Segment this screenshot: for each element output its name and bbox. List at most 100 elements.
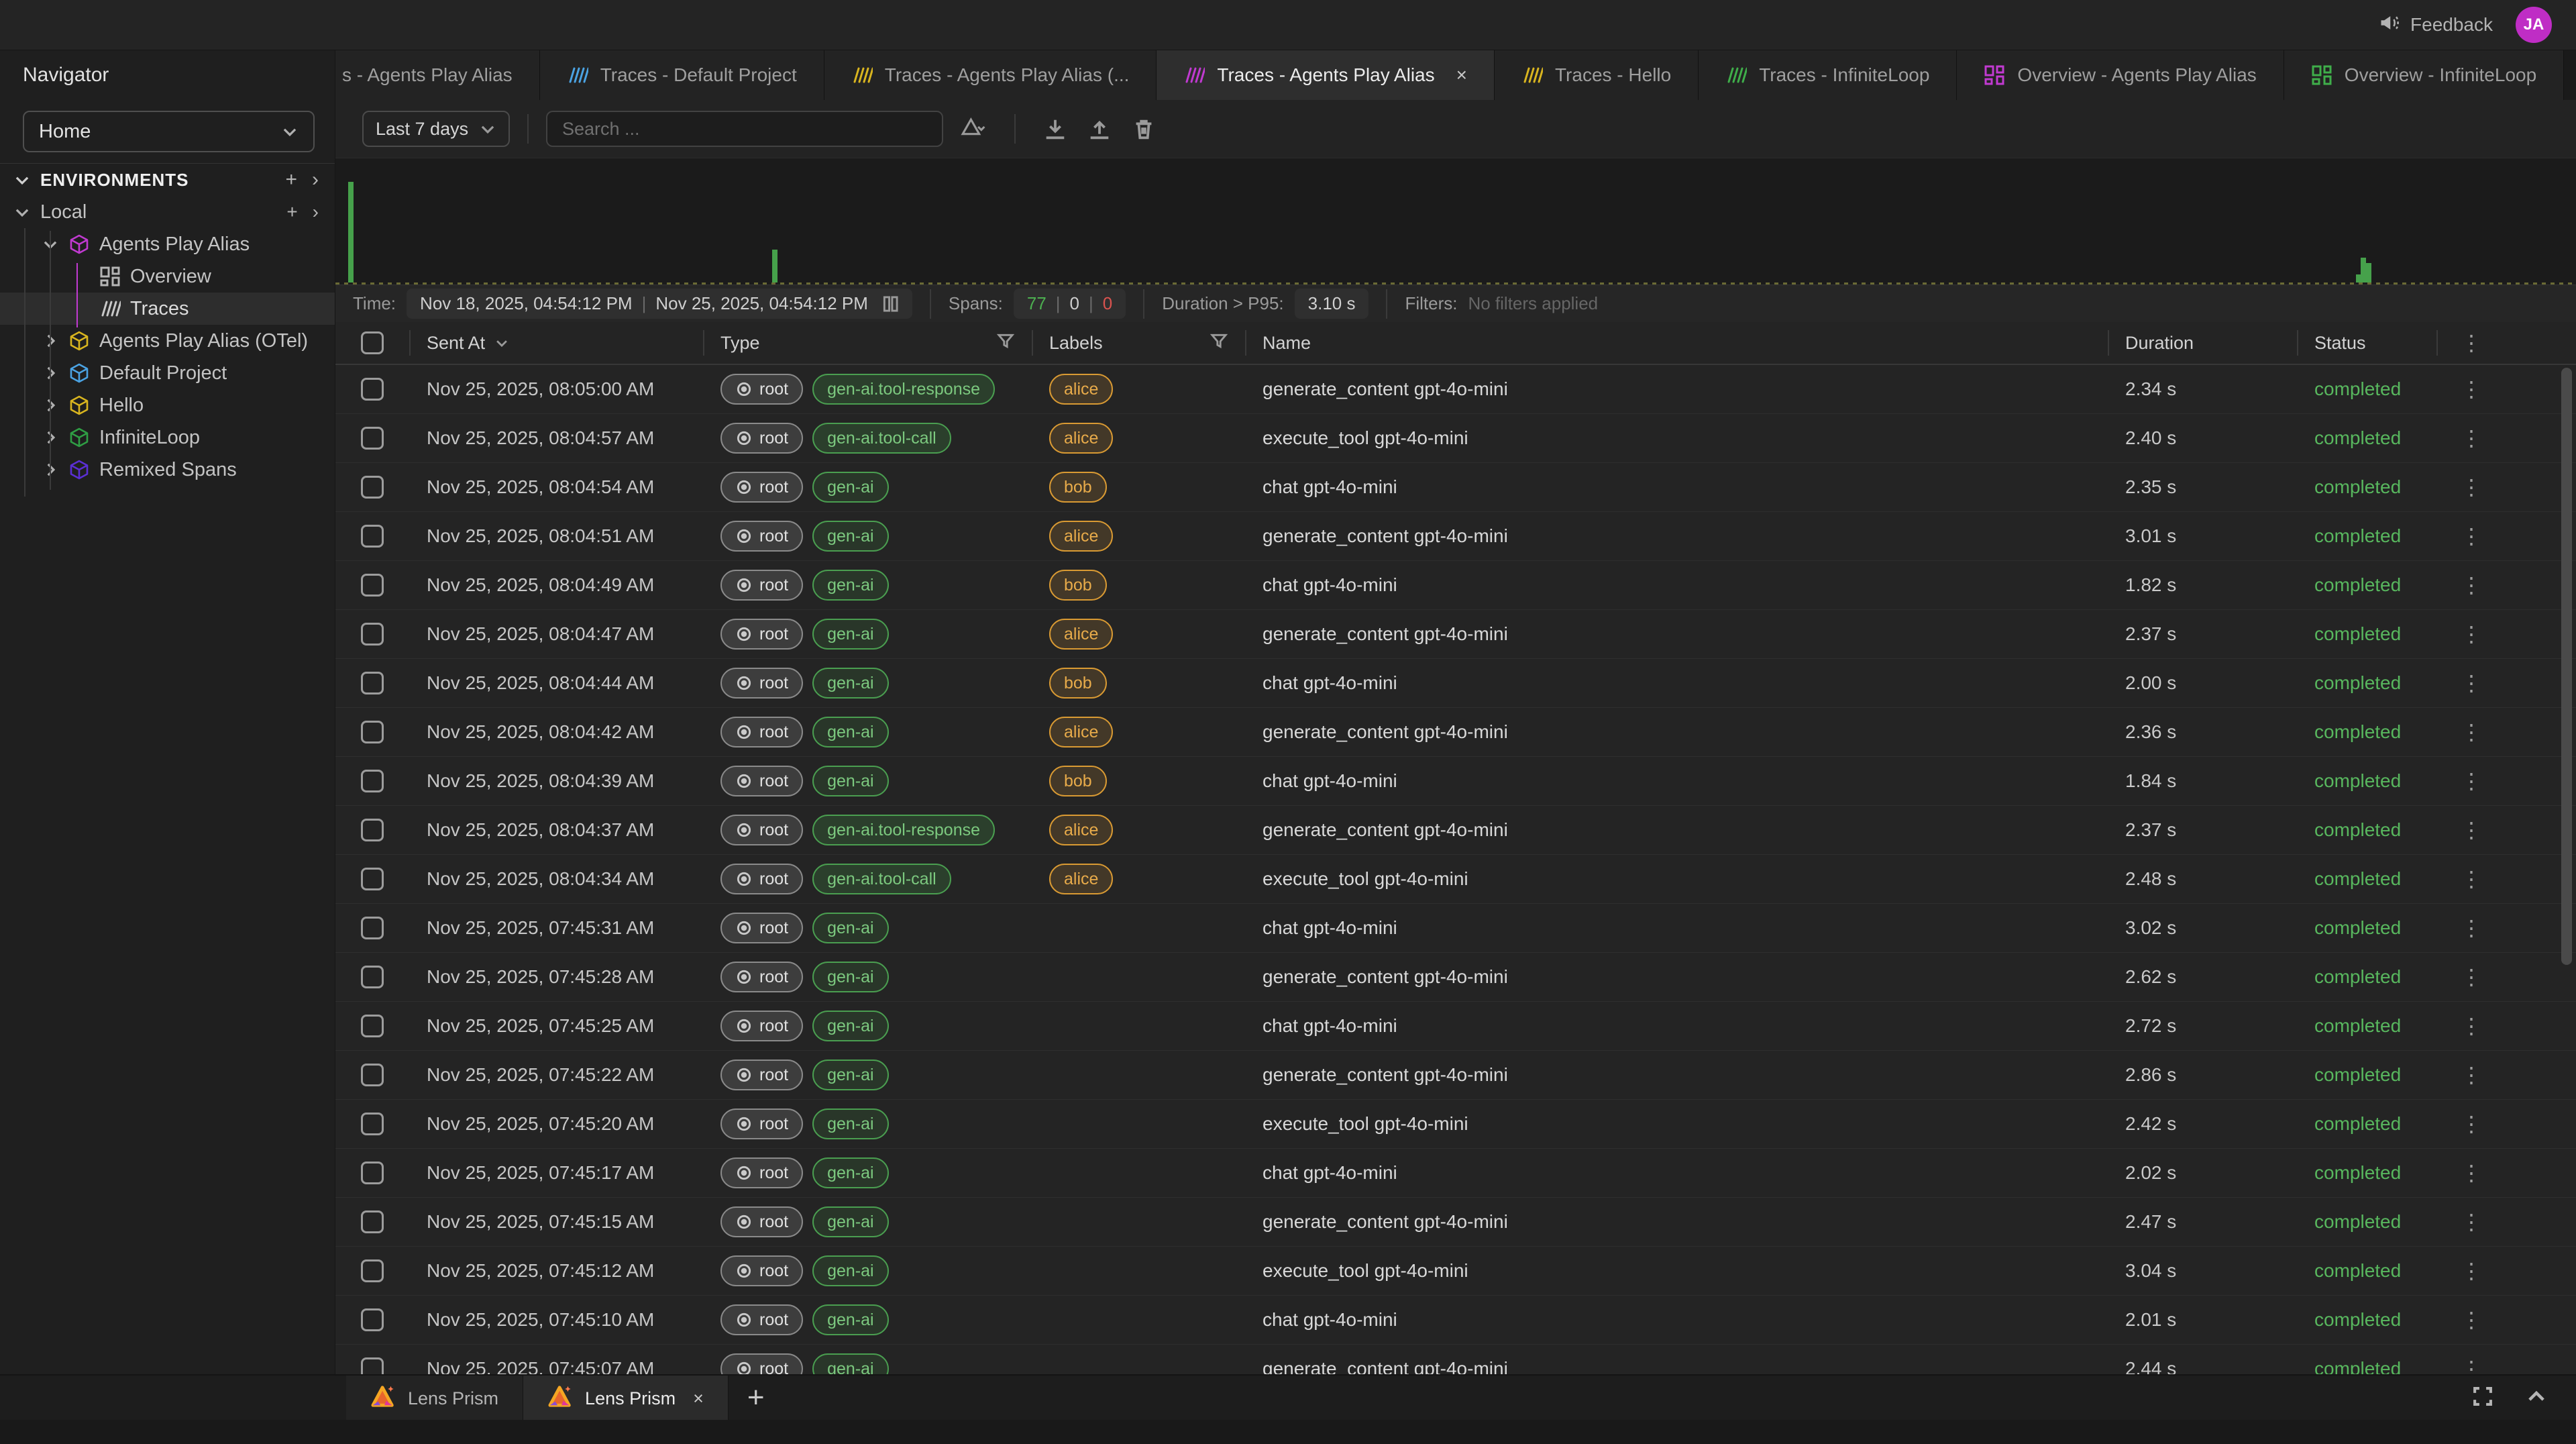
time-range-pill[interactable]: Nov 18, 2025, 04:54:12 PM | Nov 25, 2025…: [407, 289, 912, 319]
column-header-sent-at[interactable]: Sent At: [409, 322, 703, 364]
row-checkbox[interactable]: [361, 672, 384, 694]
row-menu-kebab[interactable]: ⋮: [2454, 1063, 2489, 1087]
bottom-tab-lens-prism[interactable]: Lens Prism ×: [523, 1376, 729, 1421]
vertical-scrollbar[interactable]: [2561, 368, 2572, 965]
table-row[interactable]: Nov 25, 2025, 07:45:07 AM rootgen-ai gen…: [335, 1345, 2576, 1374]
type-badge-root[interactable]: root: [720, 1060, 803, 1090]
label-badge[interactable]: bob: [1049, 472, 1107, 503]
tab-overview-agents-play-alias[interactable]: Overview - Agents Play Alias: [1957, 50, 2284, 100]
table-row[interactable]: Nov 25, 2025, 08:04:39 AM rootgen-ai bob…: [335, 757, 2576, 806]
label-badge[interactable]: alice: [1049, 423, 1113, 454]
trash-icon[interactable]: [1131, 116, 1157, 142]
row-checkbox[interactable]: [361, 721, 384, 743]
chevron-up-icon[interactable]: [2525, 1385, 2548, 1411]
row-menu-kebab[interactable]: ⋮: [2454, 573, 2489, 597]
type-badge-gen-ai[interactable]: gen-ai: [812, 962, 889, 992]
column-header-name[interactable]: Name: [1245, 322, 2108, 364]
row-checkbox[interactable]: [361, 1210, 384, 1233]
table-row[interactable]: Nov 25, 2025, 07:45:10 AM rootgen-ai cha…: [335, 1296, 2576, 1345]
environments-section-header[interactable]: ENVIRONMENTS + ›: [0, 164, 335, 196]
table-row[interactable]: Nov 25, 2025, 08:04:42 AM rootgen-ai ali…: [335, 708, 2576, 757]
table-row[interactable]: Nov 25, 2025, 08:04:51 AM rootgen-ai ali…: [335, 512, 2576, 561]
table-row[interactable]: Nov 25, 2025, 08:04:37 AM rootgen-ai.too…: [335, 806, 2576, 855]
type-badge-gen-ai[interactable]: gen-ai: [812, 472, 889, 503]
row-checkbox[interactable]: [361, 1357, 384, 1374]
type-badge-root[interactable]: root: [720, 570, 803, 601]
column-header-labels[interactable]: Labels: [1032, 322, 1245, 364]
type-badge-root[interactable]: root: [720, 1353, 803, 1374]
row-checkbox[interactable]: [361, 819, 384, 841]
type-badge-gen-ai[interactable]: gen-ai: [812, 521, 889, 552]
type-badge-gen-ai[interactable]: gen-ai: [812, 717, 889, 747]
table-row[interactable]: Nov 25, 2025, 07:45:15 AM rootgen-ai gen…: [335, 1198, 2576, 1247]
type-badge-root[interactable]: root: [720, 1255, 803, 1286]
table-row[interactable]: Nov 25, 2025, 08:04:44 AM rootgen-ai bob…: [335, 659, 2576, 708]
type-badge-root[interactable]: root: [720, 521, 803, 552]
row-checkbox[interactable]: [361, 868, 384, 890]
tab-traces-infiniteloop[interactable]: Traces - InfiniteLoop: [1699, 50, 1957, 100]
column-header-duration[interactable]: Duration: [2108, 322, 2297, 364]
type-badge-gen-ai[interactable]: gen-ai: [812, 1255, 889, 1286]
table-row[interactable]: Nov 25, 2025, 08:04:47 AM rootgen-ai ali…: [335, 610, 2576, 659]
row-checkbox[interactable]: [361, 476, 384, 499]
type-badge-root[interactable]: root: [720, 1011, 803, 1041]
type-badge-root[interactable]: root: [720, 962, 803, 992]
label-badge[interactable]: alice: [1049, 717, 1113, 747]
type-badge-root[interactable]: root: [720, 423, 803, 454]
type-badge-root[interactable]: root: [720, 1108, 803, 1139]
table-row[interactable]: Nov 25, 2025, 08:04:54 AM rootgen-ai bob…: [335, 463, 2576, 512]
tab-s-agents-play-alias[interactable]: s - Agents Play Alias: [335, 50, 540, 100]
label-badge[interactable]: bob: [1049, 570, 1107, 601]
expand-environments-button[interactable]: ›: [312, 168, 319, 191]
filter-funnel-icon[interactable]: [1210, 332, 1228, 354]
type-badge-gen-ai[interactable]: gen-ai: [812, 1353, 889, 1374]
tab-traces-default-project[interactable]: Traces - Default Project: [540, 50, 824, 100]
sidebar-item-local[interactable]: Local +›: [0, 196, 335, 228]
row-checkbox[interactable]: [361, 378, 384, 401]
row-menu-kebab[interactable]: ⋮: [2454, 916, 2489, 940]
select-all-checkbox[interactable]: [361, 331, 384, 354]
avatar[interactable]: JA: [2516, 7, 2552, 43]
row-checkbox[interactable]: [361, 574, 384, 597]
row-menu-kebab[interactable]: ⋮: [2454, 524, 2489, 548]
row-checkbox[interactable]: [361, 1113, 384, 1135]
type-badge-gen-ai[interactable]: gen-ai: [812, 1011, 889, 1041]
type-badge-root[interactable]: root: [720, 815, 803, 845]
type-badge-gen-ai[interactable]: gen-ai: [812, 1108, 889, 1139]
row-menu-kebab[interactable]: ⋮: [2454, 377, 2489, 401]
expand-icon[interactable]: ›: [313, 201, 319, 223]
type-badge-gen-ai[interactable]: gen-ai: [812, 766, 889, 796]
row-menu-kebab[interactable]: ⋮: [2454, 1308, 2489, 1332]
type-badge-root[interactable]: root: [720, 472, 803, 503]
row-menu-kebab[interactable]: ⋮: [2454, 1210, 2489, 1234]
close-tab-icon[interactable]: ×: [1456, 64, 1467, 86]
type-badge-gen-ai[interactable]: gen-ai: [812, 1157, 889, 1188]
table-row[interactable]: Nov 25, 2025, 08:04:57 AM rootgen-ai.too…: [335, 414, 2576, 463]
add-environment-button[interactable]: +: [285, 168, 297, 191]
row-menu-kebab[interactable]: ⋮: [2454, 769, 2489, 793]
type-badge-root[interactable]: root: [720, 1157, 803, 1188]
table-row[interactable]: Nov 25, 2025, 08:04:49 AM rootgen-ai bob…: [335, 561, 2576, 610]
row-menu-kebab[interactable]: ⋮: [2454, 475, 2489, 499]
type-badge-gen-ai[interactable]: gen-ai: [812, 1060, 889, 1090]
type-badge-root[interactable]: root: [720, 619, 803, 650]
table-row[interactable]: Nov 25, 2025, 07:45:25 AM rootgen-ai cha…: [335, 1002, 2576, 1051]
row-checkbox[interactable]: [361, 427, 384, 450]
type-badge-gen-ai[interactable]: gen-ai: [812, 913, 889, 943]
type-badge-root[interactable]: root: [720, 374, 803, 405]
label-badge[interactable]: alice: [1049, 619, 1113, 650]
row-checkbox[interactable]: [361, 966, 384, 988]
type-badge-gen-ai.tool-call[interactable]: gen-ai.tool-call: [812, 423, 951, 454]
table-row[interactable]: Nov 25, 2025, 08:05:00 AM rootgen-ai.too…: [335, 365, 2576, 414]
type-badge-root[interactable]: root: [720, 717, 803, 747]
row-menu-kebab[interactable]: ⋮: [2454, 1357, 2489, 1374]
add-panel-tab-button[interactable]: +: [729, 1381, 784, 1414]
feedback-button[interactable]: Feedback: [2379, 13, 2493, 38]
row-checkbox[interactable]: [361, 525, 384, 548]
column-header-type[interactable]: Type: [703, 322, 1032, 364]
type-badge-gen-ai[interactable]: gen-ai: [812, 1206, 889, 1237]
type-badge-gen-ai[interactable]: gen-ai: [812, 1304, 889, 1335]
label-badge[interactable]: alice: [1049, 521, 1113, 552]
download-icon[interactable]: [1042, 116, 1068, 142]
row-menu-kebab[interactable]: ⋮: [2454, 622, 2489, 646]
